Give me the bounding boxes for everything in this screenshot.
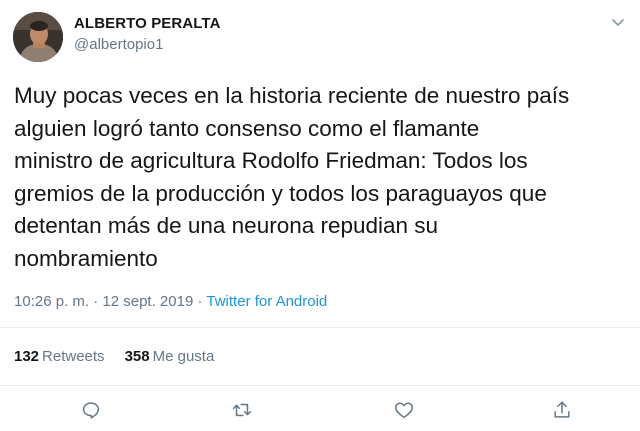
- tweet-source-link[interactable]: Twitter for Android: [206, 293, 327, 310]
- tweet-date[interactable]: 12 sept. 2019: [102, 293, 193, 310]
- retweets-stat[interactable]: 132 Retweets: [14, 347, 105, 367]
- user-handle[interactable]: @albertopio1: [74, 34, 221, 56]
- tweet-time[interactable]: 10:26 p. m.: [14, 293, 89, 310]
- likes-count: 358: [124, 348, 150, 365]
- tweet-text: Muy pocas veces en la historia reciente …: [14, 83, 570, 271]
- reply-icon[interactable]: [79, 398, 103, 422]
- retweets-label: Retweets: [42, 348, 105, 365]
- likes-label: Me gusta: [152, 348, 215, 365]
- divider: [0, 327, 640, 328]
- meta-separator: ·: [197, 293, 203, 310]
- display-name[interactable]: ALBERTO PERALTA: [74, 14, 221, 34]
- retweet-icon[interactable]: [230, 398, 254, 422]
- tweet-stats: 132 Retweets 358 Me gusta: [14, 347, 214, 367]
- retweets-count: 132: [14, 348, 40, 365]
- heart-icon[interactable]: [392, 398, 416, 422]
- likes-stat[interactable]: 358 Me gusta: [125, 347, 215, 367]
- avatar[interactable]: [13, 12, 63, 62]
- meta-separator: ·: [93, 293, 99, 310]
- tweet-meta: 10:26 p. m. · 12 sept. 2019 · Twitter fo…: [14, 292, 327, 312]
- author-block: ALBERTO PERALTA @albertopio1: [74, 14, 221, 56]
- divider: [0, 385, 640, 386]
- chevron-down-icon[interactable]: [610, 14, 626, 30]
- share-icon[interactable]: [550, 398, 574, 422]
- action-bar: [0, 398, 640, 422]
